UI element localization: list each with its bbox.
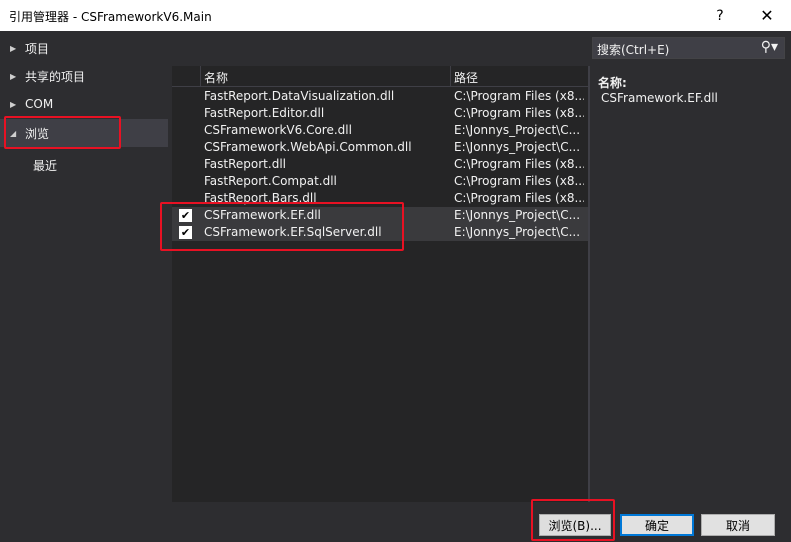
table-row[interactable]: FastReport.Editor.dll C:\Program Files (x… [172, 105, 588, 122]
column-divider [450, 66, 451, 87]
cell-path: C:\Program Files (x8... [454, 191, 584, 205]
highlight-box-browse-button [531, 499, 615, 541]
nav-item-label: 共享的项目 [25, 69, 86, 84]
nav-item-recent[interactable]: 最近 [0, 151, 168, 179]
nav-item-com[interactable]: ▶ COM [0, 90, 168, 118]
highlight-box-browse-nav [4, 116, 121, 149]
table-row[interactable]: FastReport.dll C:\Program Files (x8... [172, 156, 588, 173]
nav-item-label: 最近 [33, 158, 58, 173]
highlight-box-checked-rows [160, 202, 404, 251]
reference-list: 名称 路径 FastReport.DataVisualization.dll C:… [172, 66, 588, 502]
table-row[interactable]: FastReport.Compat.dll C:\Program Files (x… [172, 173, 588, 190]
table-row[interactable]: CSFramework.WebApi.Common.dll E:\Jonnys_P… [172, 139, 588, 156]
detail-name-label: 名称: [598, 76, 627, 90]
table-row[interactable]: FastReport.DataVisualization.dll C:\Progr… [172, 88, 588, 105]
cell-path: C:\Program Files (x8... [454, 174, 584, 188]
cell-name: FastReport.Editor.dll [204, 106, 325, 120]
cell-path: E:\Jonnys_Project\C... [454, 225, 581, 239]
expand-arrow-icon: ▶ [10, 99, 17, 109]
cell-path: C:\Program Files (x8... [454, 89, 584, 103]
nav-item-label: COM [25, 97, 54, 111]
column-header-name[interactable]: 名称 [204, 69, 228, 86]
cell-name: CSFrameworkV6.Core.dll [204, 123, 352, 137]
nav-item-shared-projects[interactable]: ▶ 共享的项目 [0, 62, 168, 90]
detail-name-value: CSFramework.EF.dll [601, 91, 718, 105]
table-row[interactable]: CSFrameworkV6.Core.dll E:\Jonnys_Project\… [172, 122, 588, 139]
cancel-button[interactable]: 取消 [701, 514, 775, 536]
expand-arrow-icon: ▶ [10, 71, 17, 81]
cell-name: FastReport.dll [204, 157, 286, 171]
column-divider [200, 66, 201, 87]
search-box[interactable]: 搜索(Ctrl+E) ⚲▾ [592, 37, 785, 59]
cell-name: FastReport.DataVisualization.dll [204, 89, 395, 103]
title-bar: 引用管理器 - CSFrameworkV6.Main ? ✕ [0, 0, 791, 31]
cell-name: FastReport.Compat.dll [204, 174, 337, 188]
close-button[interactable]: ✕ [744, 0, 790, 31]
cell-path: C:\Program Files (x8... [454, 106, 584, 120]
nav-item-label: 项目 [25, 41, 50, 56]
window-title: 引用管理器 - CSFrameworkV6.Main [9, 10, 212, 24]
cell-path: E:\Jonnys_Project\C... [454, 140, 581, 154]
column-header-path[interactable]: 路径 [454, 69, 478, 86]
nav-pane: ▶ 项目 ▶ 共享的项目 ▶ COM ◢ 浏览 最近 [0, 32, 168, 510]
cell-path: E:\Jonnys_Project\C... [454, 208, 581, 222]
ok-button[interactable]: 确定 [620, 514, 694, 536]
cell-path: E:\Jonnys_Project\C... [454, 123, 581, 137]
search-icon[interactable]: ⚲▾ [761, 39, 778, 55]
cell-path: C:\Program Files (x8... [454, 157, 584, 171]
list-header: 名称 路径 [172, 66, 588, 87]
cell-name: CSFramework.WebApi.Common.dll [204, 140, 412, 154]
expand-arrow-icon: ▶ [10, 43, 17, 53]
search-input[interactable]: 搜索(Ctrl+E) [597, 41, 669, 58]
help-button[interactable]: ? [697, 0, 743, 31]
nav-item-projects[interactable]: ▶ 项目 [0, 34, 168, 62]
